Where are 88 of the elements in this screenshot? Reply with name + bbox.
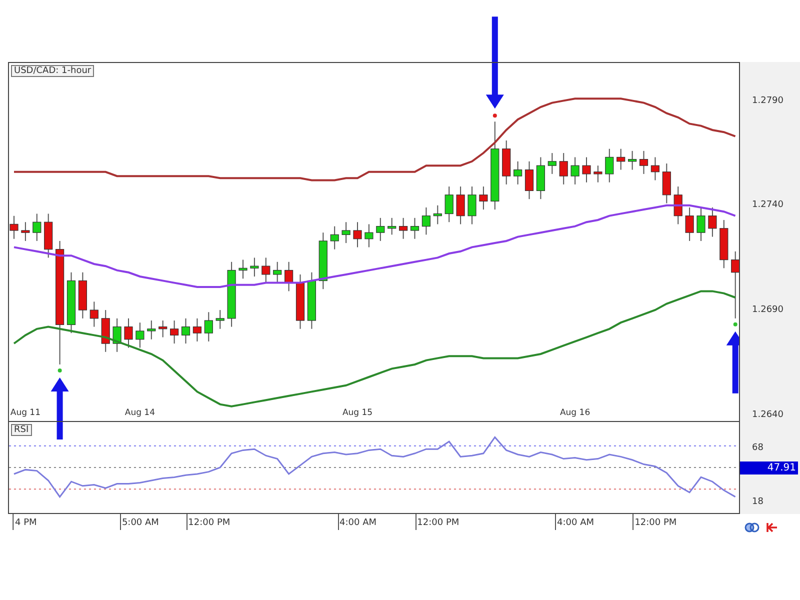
candlestick	[21, 222, 30, 242]
candlestick	[250, 257, 259, 278]
indicator-title: RSI	[11, 424, 32, 436]
candlestick	[136, 322, 144, 348]
candlestick	[158, 320, 168, 338]
time-axis-label: 5:00 AM	[120, 514, 160, 530]
candlestick	[582, 156, 591, 183]
candlestick	[639, 150, 648, 174]
candlestick	[147, 320, 156, 340]
time-axis-label: 12:00 PM	[186, 514, 232, 530]
candlestick	[101, 310, 110, 352]
candlestick	[238, 259, 248, 280]
scroll-to-end-icon[interactable]	[766, 522, 778, 532]
candlestick	[262, 257, 270, 284]
date-label: Aug 14	[124, 408, 155, 419]
candlestick	[353, 222, 362, 248]
candlestick	[674, 186, 682, 225]
candlestick	[273, 261, 282, 284]
candlestick	[90, 301, 98, 328]
candlestick	[685, 206, 694, 242]
price-axis-label: 1.2740	[752, 200, 784, 210]
candlestick	[66, 272, 76, 334]
candlestick	[181, 318, 190, 344]
candlestick	[524, 160, 534, 200]
candlestick	[112, 318, 122, 352]
rsi-axis-label: 68	[752, 443, 764, 453]
time-axis-label: 12:00 PM	[415, 514, 460, 530]
candlestick	[570, 156, 580, 185]
candlestick	[616, 148, 626, 170]
candlestick	[433, 204, 442, 225]
candlestick	[410, 217, 420, 240]
candlestick	[376, 217, 385, 242]
time-axis-label: 4:00 AM	[338, 514, 378, 530]
candlestick	[708, 206, 717, 238]
candlestick	[227, 261, 236, 328]
candlestick	[330, 226, 339, 250]
candlestick	[10, 215, 18, 240]
price-axis-label: 1.2790	[752, 96, 784, 106]
candlestick	[479, 186, 488, 210]
signal-dot	[58, 368, 62, 372]
candlestick	[650, 156, 660, 181]
candlestick	[514, 160, 522, 185]
candlestick	[456, 186, 465, 225]
candlestick	[307, 272, 316, 330]
candlestick	[548, 152, 556, 174]
candlestick	[502, 140, 511, 185]
candlestick	[192, 318, 202, 342]
candlestick	[284, 261, 294, 292]
candlestick	[124, 318, 133, 348]
time-axis-label: 4:00 AM	[555, 514, 596, 530]
rsi-axis-label: 18	[752, 497, 764, 508]
price-axis-label: 1.2640	[752, 410, 784, 420]
candlestick	[594, 165, 602, 183]
candlestick	[444, 186, 454, 223]
candlestick	[342, 222, 350, 244]
date-label: Aug 15	[342, 408, 373, 419]
candlestick	[605, 148, 614, 183]
candlestick	[399, 217, 408, 240]
candlestick	[78, 272, 87, 319]
time-axis-label: 12:00 PM	[632, 514, 678, 530]
candlestick	[296, 274, 305, 330]
signal-dot	[492, 114, 497, 118]
current-value-badge: 47.91	[740, 461, 798, 474]
signal-dot	[733, 322, 738, 326]
candlestick	[32, 213, 42, 242]
candlestick	[318, 232, 328, 290]
up-arrow	[50, 377, 69, 440]
candlestick	[628, 150, 637, 170]
link-icon[interactable]	[744, 522, 760, 532]
time-axis-label: 4 PM	[13, 514, 38, 530]
candlestick	[170, 320, 179, 344]
candlestick	[388, 217, 396, 236]
candlestick	[731, 250, 739, 319]
candlestick	[559, 152, 568, 185]
candlestick	[468, 186, 476, 225]
candlestick	[536, 156, 545, 200]
price-axis-label: 1.2690	[752, 305, 784, 316]
candlestick	[662, 163, 671, 204]
date-label: Aug 11	[10, 408, 40, 419]
candlestick	[696, 206, 706, 242]
candlestick	[44, 213, 53, 258]
candlestick	[422, 206, 430, 236]
chart-title: USD/CAD: 1-hour	[11, 65, 94, 77]
candlestick	[216, 310, 224, 330]
candlestick	[720, 220, 728, 269]
candlestick	[204, 312, 213, 342]
candlestick	[364, 224, 374, 248]
date-label: Aug 16	[560, 408, 590, 419]
